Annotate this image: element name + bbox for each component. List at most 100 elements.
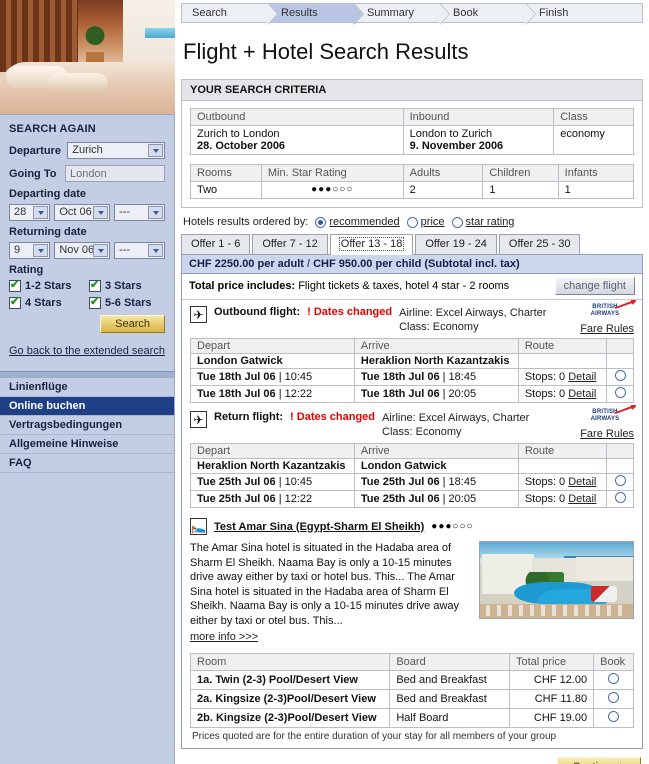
departure-label: Departure (9, 144, 61, 157)
return-row1-select[interactable] (606, 473, 634, 491)
radio-icon[interactable] (608, 672, 620, 684)
sort-option-recommended[interactable]: recommended (315, 216, 400, 228)
step-book[interactable]: Book (439, 3, 536, 25)
outbound-row1-depart-date: Tue 18th Jul 06 (197, 371, 276, 383)
sidebar-item-vertragsbedingungen[interactable]: Vertragsbedingungen (0, 416, 174, 435)
departure-select[interactable]: Zurich (67, 142, 165, 159)
continue-button[interactable]: Continue > (557, 756, 641, 764)
pax-header-adults: Adults (402, 164, 484, 182)
return-fare-rules-link[interactable]: Fare Rules (580, 428, 634, 440)
outbound-city-row: London Gatwick Heraklion North Kazantzak… (190, 353, 634, 369)
rooms-table: Room Board Total price Book 1a. Twin (2-… (189, 652, 634, 728)
departing-time-select[interactable]: --- (114, 204, 165, 221)
radio-icon[interactable] (406, 216, 418, 228)
outbound-row2-select[interactable] (606, 385, 634, 403)
room-2-book[interactable] (593, 688, 634, 709)
returning-month-select[interactable]: Nov 06 (54, 242, 111, 259)
offer-price-line: CHF 2250.00 per adult / CHF 950.00 per c… (182, 255, 642, 274)
radio-icon[interactable] (451, 216, 463, 228)
step-results[interactable]: Results (267, 3, 364, 25)
sidebar-item-online-buchen[interactable]: Online buchen (0, 397, 174, 416)
extended-search-link[interactable]: Go back to the extended search (9, 345, 165, 357)
going-to-input[interactable] (65, 165, 165, 182)
tab-offer-13-18[interactable]: Offer 13 - 18 (329, 234, 414, 255)
tab-offer-25-30[interactable]: Offer 25 - 30 (498, 234, 581, 254)
outbound-header-row: Depart Arrive Route (190, 338, 634, 354)
room-1-book[interactable] (593, 669, 634, 690)
returning-time-select[interactable]: --- (114, 242, 165, 259)
chevron-down-icon[interactable] (33, 244, 49, 257)
return-flight-block: ✈ Return flight: ! Dates changed Airline… (182, 405, 642, 510)
rating-checkbox-3-stars[interactable]: 3 Stars (89, 279, 165, 292)
step-summary[interactable]: Summary (353, 3, 450, 25)
hotel-more-info-link[interactable]: more info >>> (190, 630, 258, 645)
return-row1-depart: Tue 25th Jul 06 | 10:45 (190, 473, 355, 491)
rooms-header-room: Room (189, 652, 391, 671)
tab-offer-7-12[interactable]: Offer 7 - 12 (252, 234, 328, 254)
outbound-header-route: Route (517, 338, 608, 354)
step-finish[interactable]: Finish (525, 3, 643, 23)
radio-icon[interactable] (608, 691, 620, 703)
outbound-row1-arrive-date: Tue 18th Jul 06 (360, 371, 440, 383)
step-notch (267, 3, 277, 25)
room-3-name: 2b. Kingsize (2-3)Pool/Desert View (189, 707, 391, 728)
sort-option-star-rating[interactable]: star rating (451, 216, 514, 228)
rating-label: Rating (9, 264, 44, 276)
outbound-dates-changed-warning: ! Dates changed (307, 306, 393, 318)
tab-offer-1-6[interactable]: Offer 1 - 6 (181, 234, 251, 254)
radio-icon[interactable] (608, 710, 620, 722)
outbound-header-arrive: Arrive (353, 338, 519, 354)
outbound-row1-detail-link[interactable]: Detail (568, 371, 596, 383)
check-icon[interactable] (89, 279, 101, 292)
sidebar-item-faq[interactable]: FAQ (0, 454, 174, 473)
outbound-row2-detail-link[interactable]: Detail (568, 388, 596, 400)
radio-icon[interactable] (614, 475, 626, 486)
departing-day-select[interactable]: 28 (9, 204, 51, 221)
rating-checkbox-group: 1-2 Stars 3 Stars 4 Stars 5-6 Stars (9, 279, 165, 309)
returning-day-select[interactable]: 9 (9, 242, 51, 259)
return-row2-detail-link[interactable]: Detail (568, 493, 596, 505)
rating-checkbox-4-stars[interactable]: 4 Stars (9, 296, 85, 309)
return-row2-select[interactable] (606, 490, 634, 508)
outbound-airline-info: Airline: Excel Airways, Charter Class: E… (399, 306, 546, 334)
chevron-down-icon[interactable] (148, 144, 163, 157)
outbound-fare-rules-link[interactable]: Fare Rules (580, 323, 634, 335)
hotel-name-link[interactable]: Test Amar Sina (Egypt-Sharm El Sheikh) (214, 521, 424, 533)
tab-offer-19-24[interactable]: Offer 19 - 24 (415, 234, 497, 254)
chevron-down-icon[interactable] (148, 244, 163, 257)
radio-icon[interactable] (614, 387, 626, 398)
rating-checkbox-1-2-stars[interactable]: 1-2 Stars (9, 279, 85, 292)
hero-plant-icon (82, 22, 108, 56)
radio-icon[interactable] (614, 370, 626, 381)
chevron-down-icon[interactable] (148, 206, 163, 219)
radio-icon[interactable] (614, 492, 626, 503)
return-row2-depart: Tue 25th Jul 06 | 12:22 (190, 490, 355, 508)
sort-option-price[interactable]: price (406, 216, 445, 228)
return-row2-route: Stops: 0 Detail (517, 490, 608, 508)
chevron-down-icon[interactable] (93, 206, 109, 219)
table-row: Tue 18th Jul 06 | 10:45 Tue 18th Jul 06 … (190, 368, 634, 386)
radio-icon[interactable] (315, 216, 327, 228)
step-search[interactable]: Search (181, 3, 278, 25)
sidebar-item-allgemeine-hinweise[interactable]: Allgemeine Hinweise (0, 435, 174, 454)
departure-value: Zurich (72, 144, 103, 156)
search-button[interactable]: Search (100, 315, 165, 333)
return-row2-depart-date: Tue 25th Jul 06 (197, 493, 276, 505)
rooms-header-row: Room Board Total price Book (189, 652, 634, 671)
sidebar-divider (0, 371, 174, 378)
check-icon[interactable] (9, 296, 21, 309)
return-row1-detail-link[interactable]: Detail (568, 476, 596, 488)
photo-sun-loungers (486, 605, 628, 616)
chevron-down-icon[interactable] (93, 244, 109, 257)
room-3-book[interactable] (593, 707, 634, 728)
check-icon[interactable] (89, 296, 101, 309)
outbound-row1-select[interactable] (606, 368, 634, 386)
offer-total-line: Total price includes: Flight tickets & t… (182, 274, 642, 300)
check-icon[interactable] (9, 279, 21, 292)
rating-checkbox-5-6-stars[interactable]: 5-6 Stars (89, 296, 165, 309)
change-flight-button[interactable]: change flight (554, 277, 635, 295)
chevron-down-icon[interactable] (33, 206, 49, 219)
outbound-flight-title: Outbound flight: (214, 306, 301, 318)
sidebar-item-linienfluege[interactable]: Linienflüge (0, 378, 174, 397)
departing-month-select[interactable]: Oct 06 (54, 204, 111, 221)
